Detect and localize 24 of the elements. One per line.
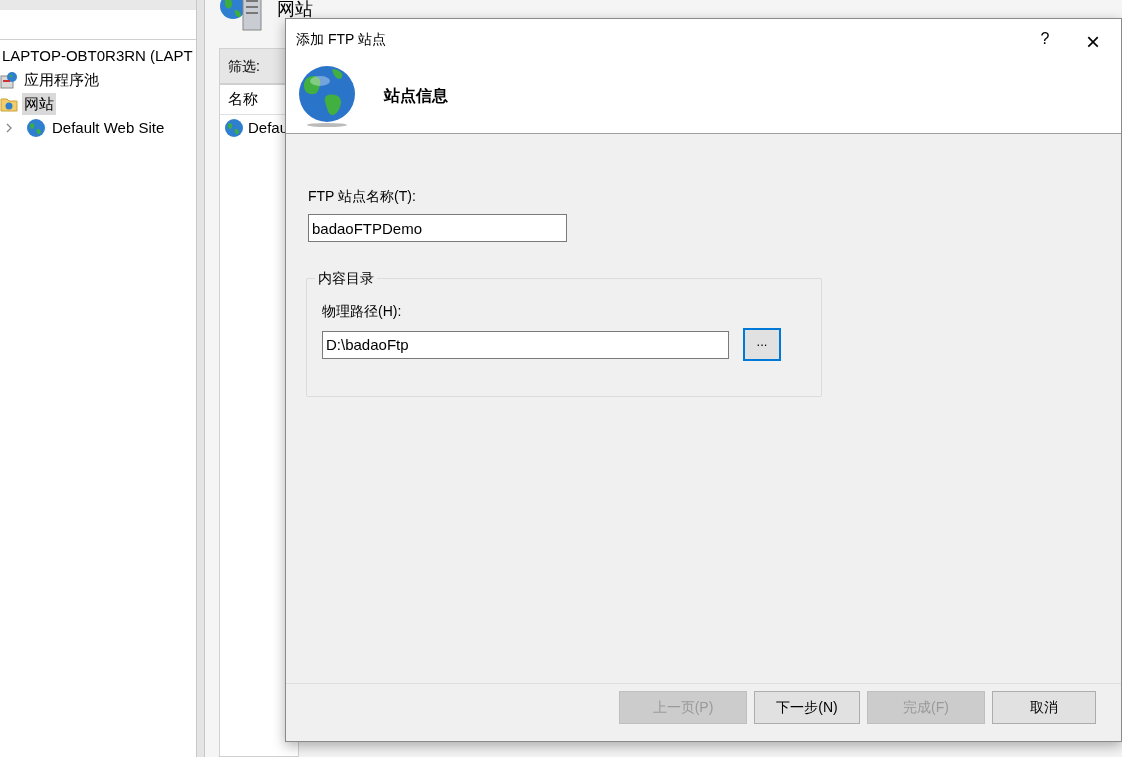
tree-item[interactable]: 网站	[22, 93, 56, 115]
window-title: 添加 FTP 站点	[296, 29, 387, 49]
dialog-button[interactable]: 取消	[992, 691, 1096, 724]
dialog-button[interactable]: 下一步(N)	[754, 691, 860, 724]
globe-icon	[224, 118, 244, 138]
tree-item[interactable]: 应用程序池	[22, 69, 101, 91]
filter-label: 筛选:	[228, 56, 260, 76]
tree-item[interactable]: LAPTOP-OBT0R3RN (LAPT	[0, 45, 195, 67]
page-title: 网站	[277, 0, 313, 18]
expand-caret-icon[interactable]	[4, 123, 14, 133]
site-name-field[interactable]: badaoFTPDemo	[308, 214, 567, 242]
field-label: FTP 站点名称(T):	[308, 187, 417, 206]
close-button[interactable]: ×	[1065, 24, 1121, 54]
browse-button[interactable]: ...	[743, 328, 781, 361]
section-heading: 站点信息	[384, 86, 448, 106]
folder-icon	[0, 96, 18, 112]
globe-icon	[298, 65, 356, 127]
help-button[interactable]: ?	[1025, 24, 1065, 54]
group-legend: 内容目录	[315, 269, 377, 287]
path-field[interactable]: D:\badaoFtp	[322, 330, 729, 359]
globe-icon	[26, 118, 46, 138]
field-label: 物理路径(H):	[322, 302, 403, 321]
tree-item[interactable]: Default Web Site	[50, 117, 167, 139]
pool-icon	[0, 71, 18, 89]
